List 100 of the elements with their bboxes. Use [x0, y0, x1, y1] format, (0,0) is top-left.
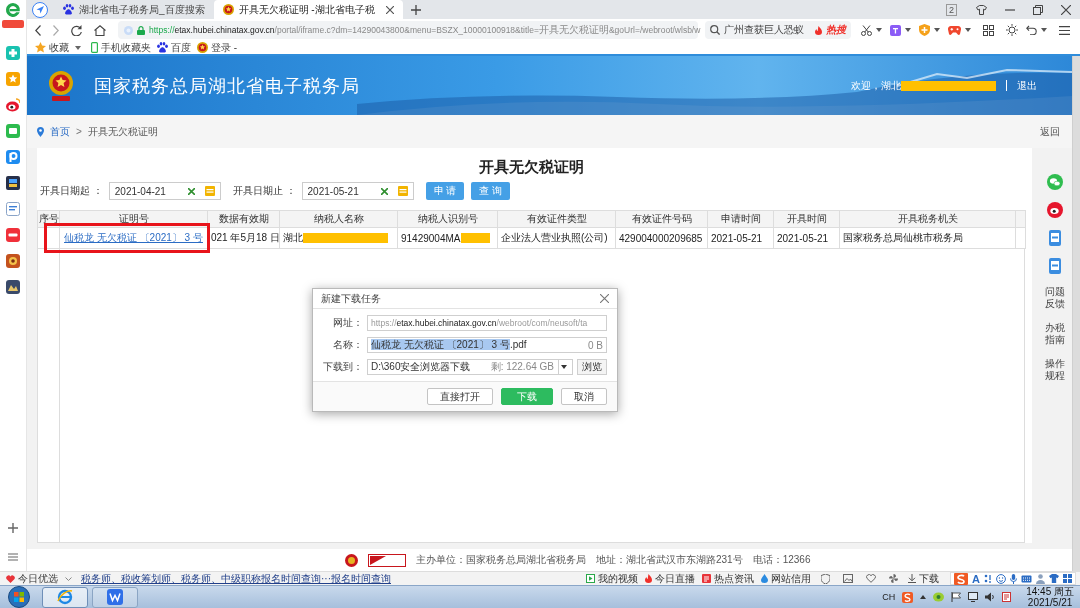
status-link[interactable]: 网站信用: [761, 571, 812, 586]
app-tile-icon[interactable]: [6, 228, 20, 242]
ime-logo-icon[interactable]: [902, 591, 914, 603]
game-tile-icon[interactable]: [6, 254, 20, 268]
clock-time[interactable]: 14:45 周五: [1026, 586, 1074, 597]
browser-logo-icon[interactable]: [2, 2, 24, 28]
badge-icon[interactable]: [368, 553, 406, 567]
back-link[interactable]: 返回: [1040, 124, 1060, 139]
date-value[interactable]: 2021-04-21: [114, 185, 166, 197]
shield-icon[interactable]: [821, 573, 831, 584]
fan-icon[interactable]: [889, 574, 899, 583]
close-icon[interactable]: [600, 294, 609, 303]
folder-field[interactable]: D:\360安全浏览器下载 剩: 122.64 GB: [367, 359, 573, 375]
file-name-field[interactable]: 仙税龙 无欠税证 〔2021〕 3 号.pdf 0 B: [367, 337, 607, 353]
caret-icon[interactable]: [560, 365, 567, 369]
monitor-icon[interactable]: [968, 592, 979, 602]
notification-icon[interactable]: [1002, 592, 1012, 602]
browser-tab[interactable]: 湖北省电子税务局_百度搜索: [54, 0, 214, 19]
breadcrumb-link[interactable]: 首页: [50, 124, 70, 139]
search-field[interactable]: 广州查获巨人恐蚁 热搜: [705, 21, 851, 39]
browser-tab[interactable]: 开具无欠税证明 -湖北省电子税: [213, 0, 403, 19]
side-link[interactable]: 办税指南: [1044, 322, 1066, 346]
scissors-icon[interactable]: [861, 24, 872, 36]
shirt-icon[interactable]: [976, 4, 987, 15]
bookmark-link[interactable]: 收藏: [35, 40, 69, 55]
eye-logo-icon[interactable]: [6, 98, 20, 112]
url-text[interactable]: https://etax.hubei.chinatax.gov.cn/portal/iframe.c?dm=14290043800&menu=BSZX_10000100918&title=开具无欠税证明&goUrl=/webroot/wlsb/w: [149, 23, 701, 37]
flag-icon[interactable]: [951, 592, 962, 602]
star-tile-icon[interactable]: [6, 72, 20, 86]
breadcrumb-current: 开具无欠税证明: [87, 124, 158, 139]
lock-icon: [137, 25, 145, 35]
caret-icon[interactable]: [965, 28, 971, 32]
language-indicator[interactable]: CH: [882, 592, 896, 602]
trending-label[interactable]: 热搜: [826, 23, 846, 37]
translate-icon[interactable]: [890, 24, 901, 36]
phone-app-icon[interactable]: [1049, 230, 1061, 246]
tray-app-icon[interactable]: [933, 592, 945, 602]
home-icon[interactable]: [94, 24, 106, 36]
plus-icon[interactable]: [8, 523, 18, 533]
url-field[interactable]: https://etax.hubei.chinatax.gov.cn/webroot/com/neusoft/ta: [367, 315, 607, 331]
phone-app-icon[interactable]: [1049, 258, 1061, 274]
status-link[interactable]: 我的视频: [586, 571, 639, 586]
menu-icon[interactable]: [1059, 25, 1070, 35]
window-count[interactable]: 2: [946, 3, 957, 16]
game-tile-icon[interactable]: [6, 176, 20, 190]
folder-path-text[interactable]: D:\360安全浏览器下载: [371, 360, 471, 374]
news-link[interactable]: 税务师、税收筹划师、税务师、中级职称报名时间查询···报名时间查询: [81, 571, 391, 586]
caret-icon[interactable]: [876, 28, 882, 32]
start-button[interactable]: [8, 586, 30, 608]
reload-icon[interactable]: [71, 24, 82, 36]
sun-icon[interactable]: [1006, 24, 1018, 36]
chevron-down-icon[interactable]: [65, 576, 72, 581]
status-link[interactable]: 热点资讯: [702, 571, 755, 586]
search-query-text[interactable]: 广州查获巨人恐蚁: [724, 23, 804, 37]
bookmark-link[interactable]: 登录 -: [197, 40, 238, 55]
caret-icon[interactable]: [934, 28, 940, 32]
compass-icon[interactable]: [32, 1, 48, 18]
browse-button[interactable]: 浏览: [577, 359, 607, 375]
close-icon[interactable]: [1061, 4, 1071, 15]
clear-icon[interactable]: [187, 187, 195, 195]
caret-icon[interactable]: [75, 45, 81, 50]
app-tile-icon[interactable]: [6, 150, 20, 164]
download-link[interactable]: 下载: [908, 571, 940, 586]
caret-icon[interactable]: [1041, 28, 1047, 32]
message-tile-icon[interactable]: [6, 124, 20, 138]
date-field[interactable]: 2021-05-21: [301, 182, 414, 200]
side-link[interactable]: 操作规程: [1044, 358, 1066, 382]
side-link[interactable]: 问题反馈: [1044, 286, 1066, 310]
dialog-button[interactable]: 直接打开: [427, 388, 493, 405]
scrollbar[interactable]: [1072, 56, 1080, 571]
heart-outline-icon[interactable]: [866, 574, 877, 583]
gamepad-icon[interactable]: [948, 25, 961, 35]
date-value[interactable]: 2021-05-21: [307, 185, 359, 197]
dialog-button[interactable]: 取消: [561, 388, 607, 405]
document-icon[interactable]: [6, 202, 20, 216]
promo-link[interactable]: 今日优选: [6, 571, 58, 586]
logout-link[interactable]: 退出: [1017, 78, 1037, 93]
back-icon[interactable]: [35, 24, 41, 36]
grid-icon[interactable]: [983, 24, 994, 36]
clear-icon[interactable]: [380, 187, 388, 195]
caret-up-icon[interactable]: [920, 595, 927, 599]
speaker-icon[interactable]: [985, 592, 996, 602]
undo-icon[interactable]: [1026, 25, 1037, 35]
restore-icon[interactable]: [1033, 4, 1043, 15]
bookmark-link[interactable]: 手机收藏夹: [91, 40, 151, 55]
search-icon[interactable]: [710, 25, 720, 35]
taskbar-button[interactable]: [92, 586, 138, 608]
caret-icon[interactable]: [905, 28, 911, 32]
cross-tile-icon[interactable]: [6, 46, 20, 60]
bookmark-link[interactable]: 百度: [157, 40, 191, 55]
status-link[interactable]: 今日直播: [645, 571, 696, 586]
image-icon[interactable]: [843, 574, 854, 583]
plus-icon[interactable]: [410, 4, 421, 15]
clock-date[interactable]: 2021/5/21: [1027, 597, 1073, 608]
taskbar-button[interactable]: [42, 586, 88, 608]
game-tile-icon[interactable]: [6, 280, 20, 294]
minimize-icon[interactable]: [1005, 8, 1015, 11]
close-icon[interactable]: [385, 5, 394, 14]
eye-logo-icon[interactable]: [1047, 202, 1063, 218]
date-field[interactable]: 2021-04-21: [108, 182, 221, 200]
